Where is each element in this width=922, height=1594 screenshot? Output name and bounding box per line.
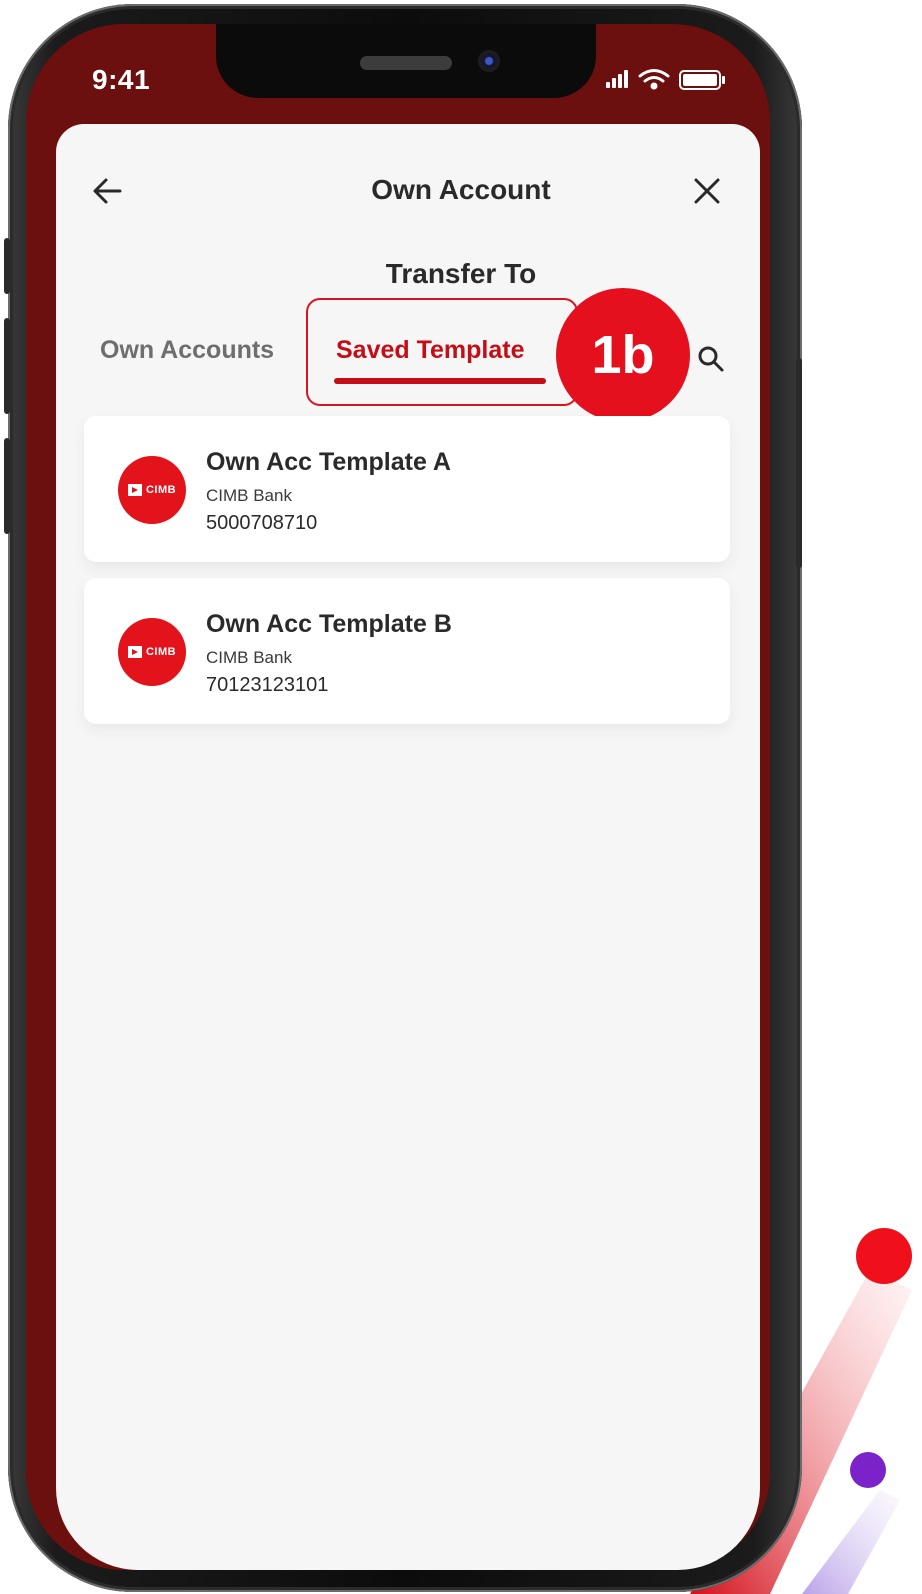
section-title: Transfer To (385, 258, 537, 289)
phone-side-button (796, 358, 802, 568)
status-time: 9:41 (92, 64, 151, 95)
bank-name: CIMB Bank (206, 648, 292, 667)
cimb-chevron-icon (127, 646, 142, 658)
phone-side-button (4, 318, 10, 414)
cimb-chevron-icon (127, 484, 142, 496)
template-card[interactable]: CIMB Own Acc Template A CIMB Bank 500070… (84, 416, 730, 562)
step-badge: 1b (556, 288, 690, 422)
template-name: Own Acc Template B (206, 610, 452, 638)
bank-name: CIMB Bank (206, 486, 292, 505)
search-icon[interactable] (696, 344, 726, 374)
tutorial-highlight-box (306, 298, 578, 406)
tab-own-accounts[interactable]: Own Accounts (100, 336, 274, 365)
wifi-icon (638, 69, 670, 90)
status-icons (604, 66, 734, 97)
cellular-signal-icon (606, 70, 628, 88)
cimb-logo: CIMB (118, 456, 186, 524)
phone-side-button (4, 438, 10, 534)
front-camera (478, 50, 500, 72)
account-number: 5000708710 (206, 512, 318, 534)
template-card[interactable]: CIMB Own Acc Template B CIMB Bank 701231… (84, 578, 730, 724)
cimb-logo: CIMB (118, 618, 186, 686)
page-title: Own Account (371, 174, 551, 205)
battery-icon (679, 70, 725, 90)
logo-text: CIMB (145, 484, 177, 496)
logo-text: CIMB (145, 646, 177, 658)
close-icon[interactable] (692, 176, 722, 206)
template-name: Own Acc Template A (206, 448, 451, 476)
account-number: 70123123101 (206, 674, 329, 696)
phone-speaker (360, 56, 452, 70)
